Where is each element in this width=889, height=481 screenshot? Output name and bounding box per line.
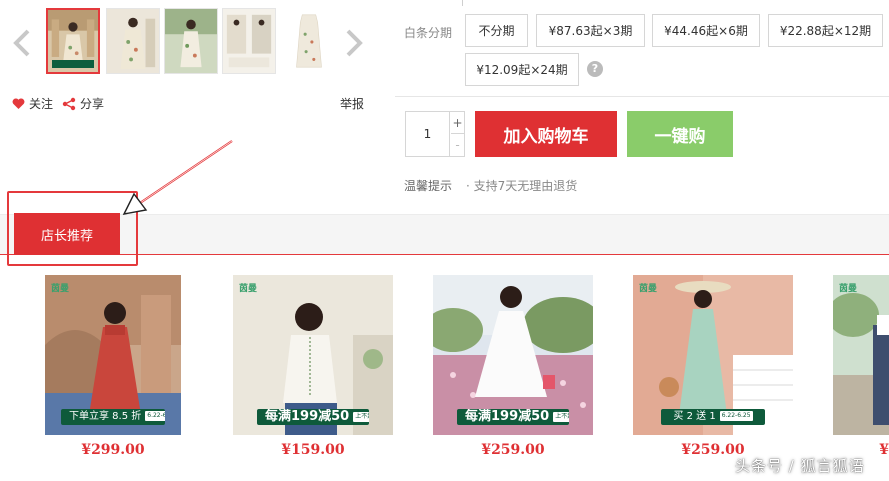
follow-label: 关注 — [29, 97, 54, 111]
watermark: 头条号 / 狐言狐语 — [735, 457, 865, 475]
product-brand: 茵曼 — [639, 284, 658, 294]
quantity-plus-button[interactable]: + — [451, 112, 464, 134]
product-image[interactable]: 每满199减50上不封顶 — [433, 275, 593, 435]
product-promo-text: 买 2 送 1 — [673, 411, 716, 422]
product-image[interactable]: 茵曼 买 2 送 1 6.22-6.25 — [633, 275, 793, 435]
installment-option-none[interactable]: 不分期 — [465, 14, 528, 47]
product-promo: 每满199减50上不封顶 — [257, 409, 369, 425]
product-card[interactable]: 每满199减50上不封顶 ¥259.00 — [433, 275, 593, 458]
product-promo-text: 每满199减50 — [465, 409, 550, 424]
report-link[interactable]: 举报 — [340, 95, 364, 112]
product-promo-text: 下单立享 8.5 折 — [69, 411, 142, 422]
thumbnail-3[interactable] — [164, 8, 218, 74]
thumbnail-gallery — [10, 8, 370, 78]
product-promo-tail: 上不封顶 — [353, 412, 369, 422]
recommend-bar — [0, 214, 889, 255]
heart-icon — [12, 97, 25, 109]
product-brand: 茵曼 — [239, 284, 258, 294]
quantity-minus-button[interactable]: - — [451, 134, 464, 156]
product-image[interactable]: 茵曼 — [833, 275, 889, 435]
product-card[interactable]: 茵曼 下单立享 8.5 折6.22-6.25 ¥299.00 — [45, 275, 181, 458]
product-image[interactable]: 茵曼 下单立享 8.5 折6.22-6.25 — [45, 275, 181, 435]
thumbnail-2[interactable] — [106, 8, 160, 74]
buy-now-button[interactable]: 一键购 — [627, 111, 733, 157]
installment-label: 白条分期 — [404, 26, 453, 40]
product-price: ¥159.00 — [281, 442, 345, 458]
product-promo: 买 2 送 1 6.22-6.25 — [661, 409, 765, 425]
chevron-right-icon[interactable] — [340, 28, 366, 58]
product-promo-text: 每满199减50 — [265, 409, 350, 424]
chevron-left-icon[interactable] — [10, 28, 36, 58]
product-brand: 茵曼 — [51, 284, 70, 294]
product-brand: 茵曼 — [839, 284, 858, 294]
share-link[interactable]: 分享 — [62, 95, 104, 112]
installment-option-12[interactable]: ¥22.88起×12期 — [768, 14, 883, 47]
product-promo: 下单立享 8.5 折6.22-6.25 — [61, 409, 165, 425]
quantity-input[interactable] — [406, 112, 450, 156]
share-icon — [62, 97, 76, 110]
product-promo: 每满199减50上不封顶 — [457, 409, 569, 425]
tips: 温馨提示 · 支持7天无理由退货 — [404, 177, 577, 194]
tips-text: · 支持7天无理由退货 — [466, 179, 578, 193]
product-card[interactable]: 茵曼 每满199减50上不封顶 ¥159.00 — [233, 275, 393, 458]
add-to-cart-button[interactable]: 加入购物车 — [475, 111, 617, 157]
thumbnail-5[interactable] — [282, 8, 336, 74]
help-icon[interactable]: ? — [587, 61, 603, 77]
thumbnail-promo-tag — [52, 60, 94, 68]
section-divider — [395, 96, 889, 97]
installment-option-6[interactable]: ¥44.46起×6期 — [652, 14, 760, 47]
product-card[interactable]: 茵曼 买 2 送 1 6.22-6.25 ¥259.00 — [633, 275, 793, 458]
installment-option-3[interactable]: ¥87.63起×3期 — [536, 14, 645, 47]
product-actions: 关注 分享 举报 — [12, 95, 368, 113]
product-image[interactable]: 茵曼 每满199减50上不封顶 — [233, 275, 393, 435]
installment-option-24[interactable]: ¥12.09起×24期 — [465, 53, 579, 86]
thumbnail-4[interactable] — [222, 8, 276, 74]
thumbnail-1[interactable] — [46, 8, 100, 74]
tips-label: 温馨提示 — [404, 179, 453, 193]
product-price: ¥299.00 — [81, 442, 145, 458]
tab-shop-recommend[interactable]: 店长推荐 — [14, 213, 120, 255]
share-label: 分享 — [80, 97, 105, 111]
follow-link[interactable]: 关注 — [12, 95, 53, 112]
divider-notch — [462, 0, 463, 6]
product-card[interactable]: 茵曼 ¥ — [833, 275, 889, 458]
product-promo-date: 6.22-6.25 — [719, 411, 753, 421]
product-promo-tail: 上不封顶 — [553, 412, 569, 422]
product-price: ¥259.00 — [481, 442, 545, 458]
product-promo-date: 6.22-6.25 — [145, 411, 165, 421]
report-label: 举报 — [340, 97, 365, 111]
quantity-stepper: + - — [405, 111, 465, 157]
